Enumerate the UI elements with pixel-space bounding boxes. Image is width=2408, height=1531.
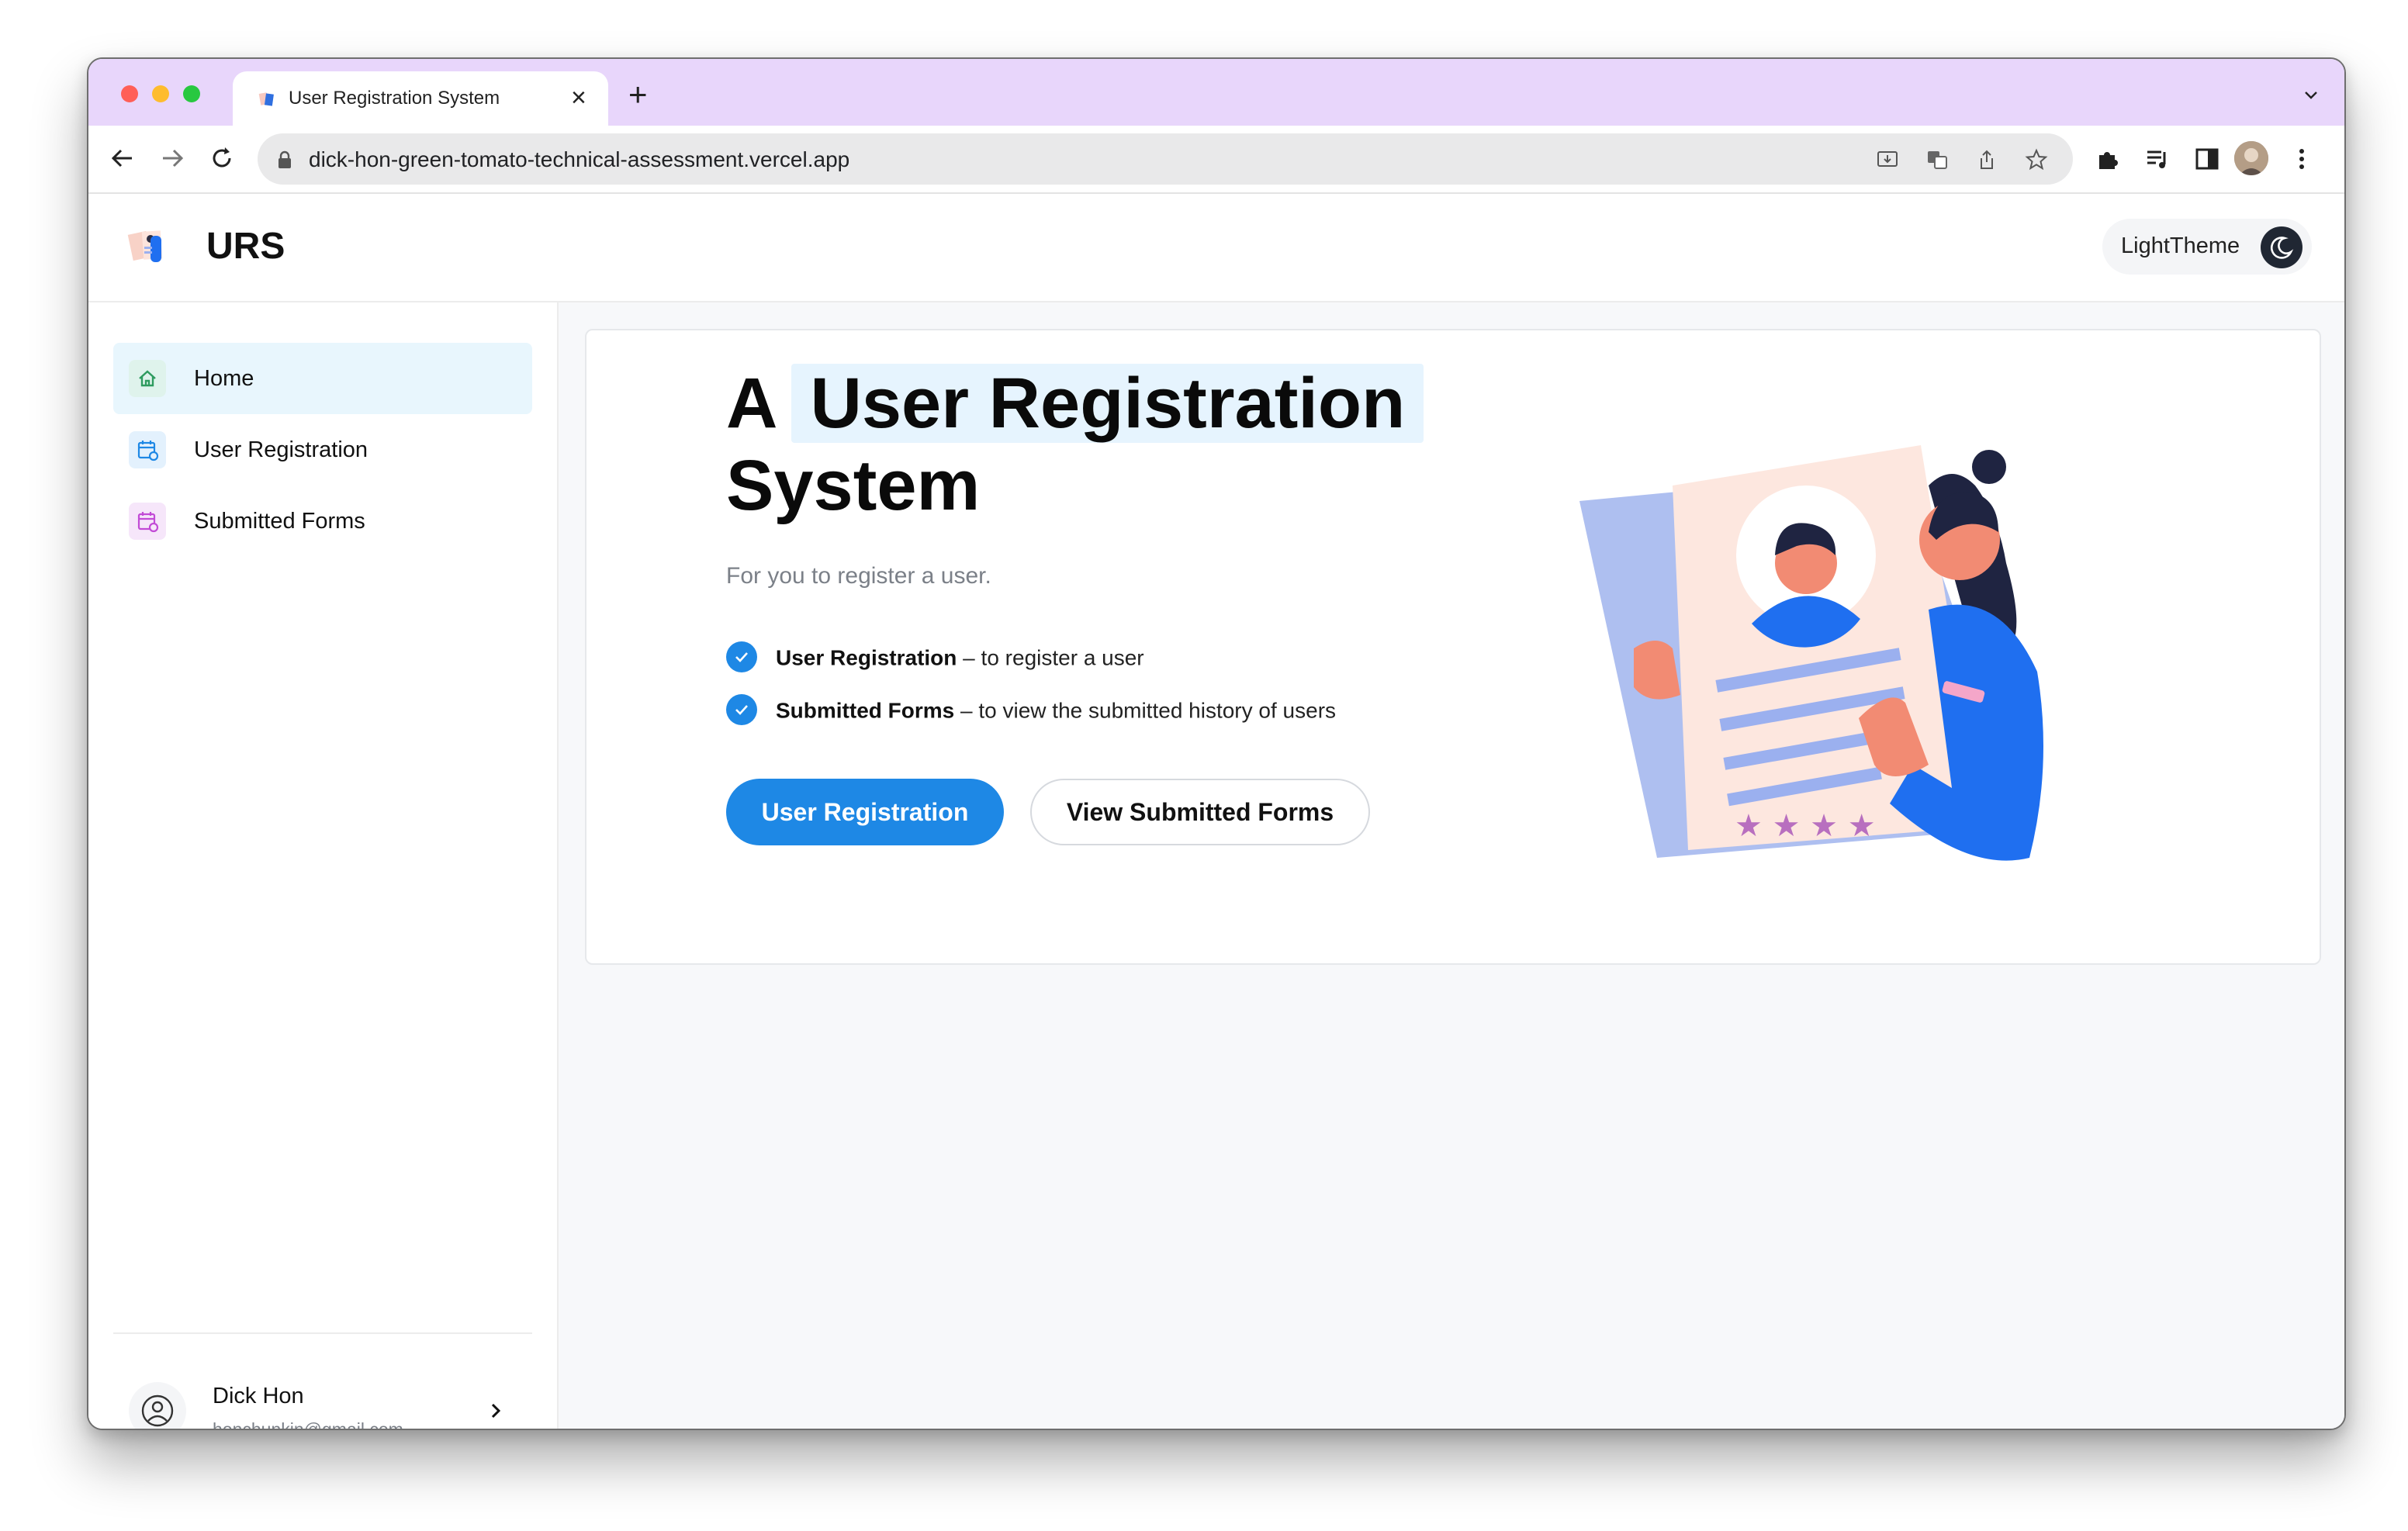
url-text: dick-hon-green-tomato-technical-assessme… [309,147,850,171]
profile-photo-icon [2234,141,2268,175]
feature-desc: – to view the submitted history of users [954,698,1337,723]
home-icon [129,360,166,397]
user-circle-icon [141,1394,174,1427]
view-submitted-forms-button[interactable]: View Submitted Forms [1030,779,1370,845]
sidebar: Home User Registration Submitted Forms D… [88,302,559,1430]
feature-title: User Registration [776,645,957,670]
lock-icon [279,150,291,168]
headline-line2: System [726,446,981,525]
reload-icon[interactable] [206,143,237,174]
back-arrow-icon[interactable] [107,143,138,174]
tab-title: User Registration System [289,88,500,109]
bookmark-star-icon[interactable] [2025,148,2048,171]
more-menu-icon[interactable] [2289,146,2315,172]
minimize-window-button[interactable] [152,85,169,102]
tab-close-button[interactable]: × [571,82,586,113]
check-circle-icon [726,694,757,725]
sidebar-item-user-registration[interactable]: User Registration [113,414,532,486]
sidebar-item-label: User Registration [194,437,368,462]
headline-highlight: User Registration [791,364,1424,443]
theme-label: LightTheme [2121,233,2240,258]
theme-toggle-button[interactable] [2261,226,2302,268]
chevron-right-icon[interactable] [484,1399,507,1422]
registration-illustration: ★ ★ ★ ★ [1579,445,2043,861]
calendar-icon [129,503,166,540]
moon-icon [2270,237,2294,259]
browser-window: User Registration System × + dick-hon-gr… [87,57,2346,1430]
feature-item: User Registration – to register a user [726,641,1144,675]
maximize-window-button[interactable] [183,85,200,102]
headline-prefix: A [726,364,778,443]
main-content: A User Registration System For you to reg… [559,302,2344,1429]
side-panel-icon[interactable] [2194,146,2220,172]
sidebar-item-home[interactable]: Home [113,343,532,414]
user-email: honchunkin@gmail.com [213,1419,403,1430]
forward-arrow-icon[interactable] [157,143,188,174]
feature-item: Submitted Forms – to view the submitted … [726,694,1337,727]
feature-desc: – to register a user [957,645,1144,670]
logo-icon[interactable] [127,225,171,267]
browser-toolbar: dick-hon-green-tomato-technical-assessme… [88,126,2344,194]
sidebar-item-label: Home [194,366,254,391]
share-icon[interactable] [1975,148,1998,171]
translate-icon[interactable] [1925,148,1949,171]
sidebar-item-submitted-forms[interactable]: Submitted Forms [113,486,532,557]
theme-toggle[interactable]: LightTheme [2102,219,2312,275]
extensions-icon[interactable] [2095,146,2121,172]
svg-text:★ ★ ★ ★: ★ ★ ★ ★ [1735,808,1876,844]
install-app-icon[interactable] [1876,148,1899,171]
user-avatar[interactable] [129,1382,186,1429]
check-circle-icon [726,641,757,672]
user-registration-button[interactable]: User Registration [726,779,1004,845]
favicon-icon [258,92,274,106]
user-name: Dick Hon [213,1384,304,1408]
sidebar-divider [113,1332,532,1334]
chevron-down-icon[interactable] [2302,87,2320,104]
tab-strip: User Registration System × + [88,59,2344,126]
new-tab-button[interactable]: + [628,78,648,112]
hero-card: A User Registration System For you to reg… [585,329,2321,965]
feature-title: Submitted Forms [776,698,955,723]
reading-list-icon[interactable] [2144,146,2171,172]
app-header: URS LightTheme [88,194,2344,302]
calendar-icon [129,431,166,468]
close-window-button[interactable] [121,85,138,102]
page-subtitle: For you to register a user. [726,563,991,589]
address-bar[interactable]: dick-hon-green-tomato-technical-assessme… [258,133,2073,185]
browser-tab[interactable]: User Registration System × [233,71,608,126]
brand-name: URS [206,226,285,267]
sidebar-item-label: Submitted Forms [194,509,365,534]
profile-avatar[interactable] [2234,141,2268,175]
